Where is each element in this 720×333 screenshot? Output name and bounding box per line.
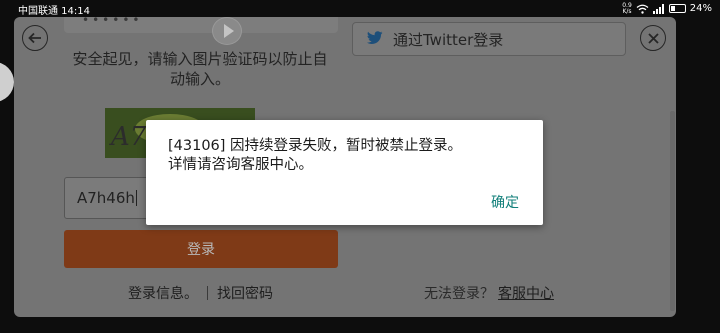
login-button[interactable]: 登录: [64, 230, 338, 268]
close-icon: [647, 32, 659, 44]
text-caret: [135, 190, 137, 206]
find-password-link[interactable]: 找回密码: [217, 283, 273, 303]
wifi-icon: [636, 4, 649, 14]
play-icon[interactable]: [212, 17, 242, 45]
carrier-time: 中国联通 14:14: [18, 6, 90, 17]
password-dots: ••••••: [82, 17, 143, 27]
back-button[interactable]: [22, 25, 48, 51]
network-speed: 0.9 K/s: [622, 1, 632, 15]
login-button-label: 登录: [187, 242, 215, 258]
screen: 中国联通 14:14 0.9 K/s 24% •••••• 安全起见，请输入图片…: [0, 0, 720, 333]
status-bar: 中国联通 14:14 0.9 K/s 24%: [0, 0, 720, 17]
arrow-left-icon: [28, 32, 41, 44]
navigation-bar: [0, 317, 720, 333]
twitter-bird-icon: [367, 30, 383, 49]
error-dialog: [43106] 因持续登录失败，暂时被禁止登录。 详情请咨询客服中心。 确定: [146, 120, 543, 225]
battery-level: 24%: [689, 3, 712, 14]
side-drag-handle[interactable]: [0, 62, 14, 102]
battery-icon: [668, 4, 686, 13]
account-links: 登录信息。 找回密码: [128, 283, 273, 303]
divider: [207, 286, 208, 300]
twitter-login-label: 通过Twitter登录: [393, 30, 504, 49]
captcha-text: A7: [111, 122, 147, 152]
status-icons: 0.9 K/s 24%: [622, 1, 712, 16]
customer-service-link[interactable]: 客服中心: [498, 283, 554, 303]
help-links: 无法登录？ 客服中心: [424, 283, 554, 303]
scrollbar[interactable]: [670, 111, 675, 311]
dialog-message: [43106] 因持续登录失败，暂时被禁止登录。 详情请咨询客服中心。: [168, 138, 463, 173]
security-notice: 安全起见，请输入图片验证码以防止自动输入。: [72, 50, 328, 88]
signal-icon: [652, 3, 664, 14]
twitter-login-button[interactable]: 通过Twitter登录: [352, 22, 626, 56]
close-button[interactable]: [640, 25, 666, 51]
captcha-code-value: A7h46h: [77, 189, 135, 207]
login-info-link[interactable]: 登录信息。: [128, 283, 198, 303]
ok-button[interactable]: 确定: [491, 192, 519, 212]
cannot-login-text: 无法登录？: [424, 286, 494, 302]
